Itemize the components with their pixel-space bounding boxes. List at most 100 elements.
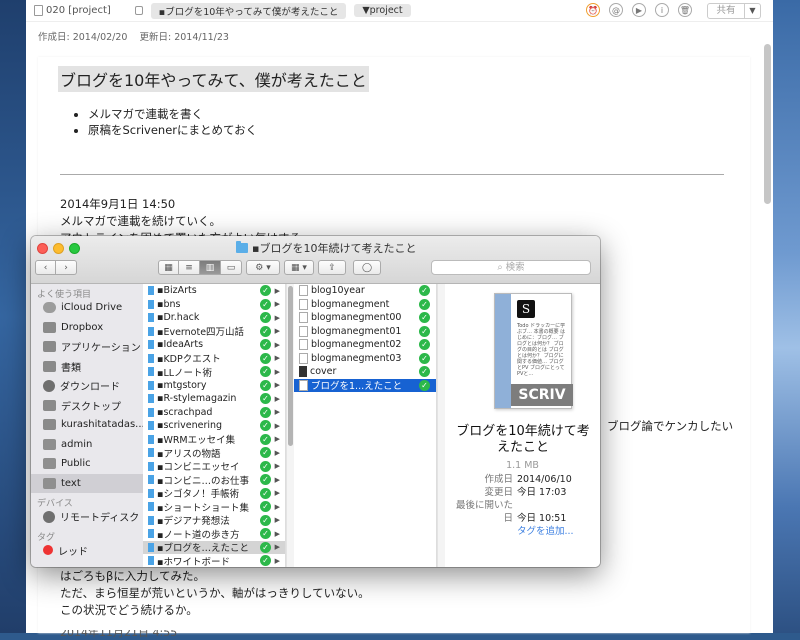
sync-check-icon: ✓ xyxy=(260,447,271,459)
sidebar-item-icloud[interactable]: iCloud Drive xyxy=(31,298,143,318)
folder-icon xyxy=(43,477,56,489)
meta-value: 今日 17:03 xyxy=(517,487,567,498)
column-1-row[interactable]: ▪mtgstory ✓ ▶ xyxy=(143,379,285,393)
sync-check-icon: ✓ xyxy=(419,298,430,310)
body-line: メルマガで連載を続けていく。 xyxy=(60,214,221,228)
info-icon[interactable]: i xyxy=(655,3,669,17)
sidebar-item-dropbox[interactable]: Dropbox xyxy=(31,318,143,338)
column-2-row[interactable]: blogmanegment01 ✓ xyxy=(294,325,436,339)
column-1-row[interactable]: ▪bns ✓ ▶ xyxy=(143,298,285,312)
share-menu-chevron-icon[interactable]: ▼ xyxy=(745,3,761,19)
finder-column-2: blog10year ✓ blogmanegment ✓ blogmanegment00… xyxy=(294,284,437,567)
action-gear-icon[interactable]: ⚙ ▾ xyxy=(246,260,280,275)
note-action-icons: ⏰ @ ▶ i 🗑 xyxy=(586,3,692,17)
forward-button[interactable]: › xyxy=(56,260,77,275)
disclosure-arrow-icon: ▶ xyxy=(274,354,280,363)
column-1-row[interactable]: ▪Evernote四万山話 ✓ ▶ xyxy=(143,325,285,338)
row-label: ▪scrivenering xyxy=(157,420,223,432)
column-1-row[interactable]: ▪コンビニ…のお仕事 ✓ ▶ xyxy=(143,473,285,487)
notebook-selector[interactable]: 020 [project] xyxy=(34,5,111,16)
column-1-row[interactable]: ▪BizArts ✓ ▶ xyxy=(143,284,285,298)
meta-value: 今日 10:51 xyxy=(517,513,567,524)
column-1-row[interactable]: ▪コンビニエッセイ ✓ ▶ xyxy=(143,460,285,473)
reminder-icon[interactable]: ⏰ xyxy=(586,3,600,17)
sync-check-icon: ✓ xyxy=(419,325,430,337)
sidebar-item-public[interactable]: Public xyxy=(31,454,143,474)
column-1-row[interactable]: ▪LLノート術 ✓ ▶ xyxy=(143,365,285,379)
tag-icon[interactable]: ◯ xyxy=(353,260,381,275)
cloud-icon xyxy=(43,302,56,314)
sidebar-item-tag-red[interactable]: レッド xyxy=(31,541,143,561)
icon-view-icon[interactable]: ▦ xyxy=(158,260,179,275)
column-2-row[interactable]: ブログを1...えたこと ✓ xyxy=(294,378,436,392)
applications-icon xyxy=(43,341,56,353)
share-icon[interactable]: ⇪ xyxy=(318,260,346,275)
column-1-row[interactable]: ▪scrachpad ✓ ▶ xyxy=(143,406,285,420)
coverflow-view-icon[interactable]: ▭ xyxy=(221,260,242,275)
column-1-row[interactable]: ▪R-stylemagazin ✓ ▶ xyxy=(143,392,285,406)
document-icon xyxy=(299,379,308,391)
icon-stripe xyxy=(495,294,511,408)
sidebar-item-remote-disc[interactable]: リモートディスク xyxy=(31,507,143,527)
share-button[interactable]: 共有 xyxy=(707,3,745,19)
scrivener-logo-icon: S xyxy=(517,300,535,318)
body-line-clipped: 2014年11月21日 4:55 xyxy=(60,626,178,639)
note-scrollbar[interactable] xyxy=(764,44,771,204)
column-1-row[interactable]: ▪Dr.hack ✓ ▶ xyxy=(143,311,285,325)
column-1-row[interactable]: ▪デジアナ発想法 ✓ ▶ xyxy=(143,514,285,527)
column-2-row[interactable]: blogmanegment ✓ xyxy=(294,298,436,312)
back-button[interactable]: ‹ xyxy=(35,260,56,275)
column-2-row[interactable]: blogmanegment00 ✓ xyxy=(294,311,436,325)
column-1-scrollbar[interactable] xyxy=(286,284,294,567)
sync-check-icon: ✓ xyxy=(419,379,430,391)
at-icon[interactable]: @ xyxy=(609,3,623,17)
lock-icon[interactable] xyxy=(134,6,143,15)
close-button[interactable] xyxy=(37,243,48,254)
sidebar-item-documents[interactable]: 書類 xyxy=(31,357,143,377)
column-2-row[interactable]: blogmanegment02 ✓ xyxy=(294,338,436,352)
column-view-icon[interactable]: ▥ xyxy=(200,260,221,275)
window-title: ▪ブログを10年続けて考えたこと xyxy=(236,240,416,256)
column-1-row[interactable]: ▪KDPクエスト ✓ ▶ xyxy=(143,352,285,365)
presentation-icon[interactable]: ▶ xyxy=(632,3,646,17)
project-tag-chip[interactable]: ▼project xyxy=(354,4,411,17)
sidebar-item-applications[interactable]: アプリケーション xyxy=(31,337,143,357)
bullet-item: メルマガで連載を書く xyxy=(88,106,257,122)
trash-icon[interactable]: 🗑 xyxy=(678,3,692,17)
sidebar-item-text[interactable]: text xyxy=(31,473,143,493)
column-1-row[interactable]: ▪シゴタノ！手帳術 ✓ ▶ xyxy=(143,487,285,500)
arrange-icon[interactable]: ▦ ▾ xyxy=(284,260,314,275)
sidebar-item-admin[interactable]: admin xyxy=(31,435,143,455)
sidebar-item-label: リモートディスク xyxy=(60,513,140,525)
title-tag-chip[interactable]: ▪ブログを10年やってみて僕が考えたこと xyxy=(150,2,347,19)
column-1-row[interactable]: ▪ショートショート集 ✓ ▶ xyxy=(143,500,285,514)
scroll-thumb[interactable] xyxy=(288,286,293,446)
column-2-row[interactable]: blog10year ✓ xyxy=(294,284,436,298)
sync-check-icon: ✓ xyxy=(419,312,430,324)
minimize-button[interactable] xyxy=(53,243,64,254)
column-1-row[interactable]: ▪ホワイトボード ✓ ▶ xyxy=(143,554,285,567)
list-view-icon[interactable]: ≡ xyxy=(179,260,200,275)
column-2-row[interactable]: blogmanegment03 ✓ xyxy=(294,352,436,366)
notebook-icon xyxy=(34,5,43,16)
column-1-row[interactable]: ▪ノート道の歩き方 ✓ ▶ xyxy=(143,527,285,541)
column-1-row[interactable]: ▪アリスの物語 ✓ ▶ xyxy=(143,446,285,460)
sync-check-icon: ✓ xyxy=(260,352,271,364)
column-2-row[interactable]: cover ✓ xyxy=(294,365,436,379)
image-file-icon xyxy=(299,366,307,378)
document-icon xyxy=(299,325,308,337)
sidebar-item-desktop[interactable]: デスクトップ xyxy=(31,396,143,416)
sidebar-item-label: レッド xyxy=(58,546,88,558)
column-1-row[interactable]: ▪ブログを…えたこと ✓ ▶ xyxy=(143,540,285,554)
sidebar-item-home[interactable]: kurashitatadas... xyxy=(31,415,143,435)
column-1-row[interactable]: ▪WRMエッセイ集 ✓ ▶ xyxy=(143,433,285,446)
sidebar-heading-favorites: よく使う項目 xyxy=(37,290,92,300)
column-2-scrollbar[interactable] xyxy=(437,284,445,567)
sidebar-item-downloads[interactable]: ダウンロード xyxy=(31,376,143,396)
search-input[interactable]: ⌕ 検索 xyxy=(431,260,591,275)
column-1-row[interactable]: ▪IdeaArts ✓ ▶ xyxy=(143,338,285,352)
column-1-row[interactable]: ▪scrivenering ✓ ▶ xyxy=(143,419,285,433)
add-tags-link[interactable]: タグを追加... xyxy=(517,526,574,537)
note-dates: 作成日: 2014/02/20 更新日: 2014/11/23 xyxy=(38,29,229,43)
zoom-button[interactable] xyxy=(69,243,80,254)
